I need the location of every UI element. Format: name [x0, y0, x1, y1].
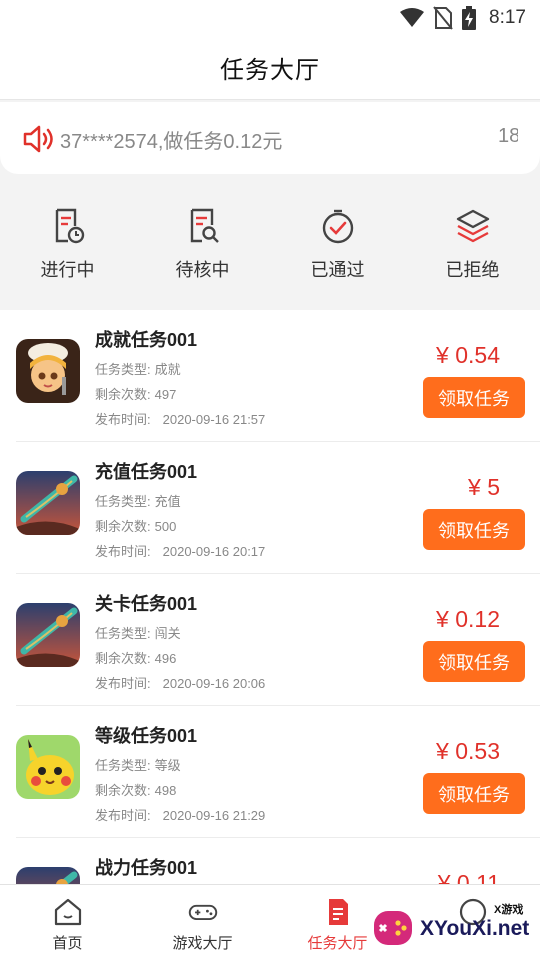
- task-status-tabs: 进行中 待核中 已通过 已拒绝: [0, 196, 540, 308]
- task-remaining-value: 500: [154, 519, 177, 534]
- task-time-label: 发布时间:: [95, 808, 151, 823]
- notice-marquee: 37****2574,做任务0.12元 18: [0, 102, 540, 174]
- watermark-big-text: XYouXi.net: [420, 917, 530, 940]
- task-time-label: 发布时间:: [95, 676, 151, 691]
- tab-pending-review[interactable]: 待核中: [135, 196, 270, 308]
- status-bar: 8:17: [0, 0, 540, 36]
- task-price: ¥ 0.11: [437, 870, 500, 884]
- task-list-icon: [328, 899, 348, 925]
- task-title: 充值任务001: [95, 462, 198, 482]
- nav-home-label: 首页: [52, 935, 83, 952]
- notice-text-next: 18: [498, 125, 518, 147]
- task-title: 战力任务001: [95, 858, 198, 878]
- task-remaining: 剩余次数: 500: [95, 516, 176, 535]
- task-remaining-label: 剩余次数:: [95, 783, 151, 798]
- task-price: ¥ 0.53: [436, 738, 500, 764]
- sword-game-icon: [16, 471, 80, 535]
- tab-approved-label: 已通过: [310, 260, 365, 280]
- page-title: 任务大厅: [220, 57, 320, 84]
- task-type-value: 等级: [154, 758, 181, 773]
- task-publish-time: 发布时间: 2020-09-16 21:29: [95, 805, 265, 824]
- task-price: ¥ 0.54: [436, 342, 500, 368]
- pikachu-game-icon: [16, 735, 80, 799]
- nav-game-hall-label: 游戏大厅: [172, 935, 233, 952]
- task-type-label: 任务类型:: [95, 362, 151, 377]
- task-remaining-label: 剩余次数:: [95, 651, 151, 666]
- claim-task-button[interactable]: 领取任务: [423, 773, 525, 814]
- sword-game-icon: [16, 867, 80, 884]
- task-type-value: 成就: [154, 362, 181, 377]
- tab-rejected[interactable]: 已拒绝: [405, 196, 540, 308]
- nav-home[interactable]: 首页: [0, 885, 135, 960]
- task-type-label: 任务类型:: [95, 626, 151, 641]
- task-row[interactable]: 战力任务001 ¥ 0.11: [16, 838, 540, 884]
- task-list: 成就任务001 任务类型: 成就 剩余次数: 497 发布时间: 2020-09-16…: [0, 310, 540, 884]
- nav-task-hall-label: 任务大厅: [307, 935, 368, 952]
- chef-girl-game-icon: [16, 339, 80, 403]
- task-type-value: 闯关: [154, 626, 181, 641]
- gamepad-icon: [188, 904, 217, 921]
- watermark-small-text: X游戏: [494, 904, 524, 916]
- nav-game-hall[interactable]: 游戏大厅: [135, 885, 270, 960]
- claim-task-button[interactable]: 领取任务: [423, 509, 525, 550]
- sword-game-icon: [16, 603, 80, 667]
- battery-charging-icon: [462, 6, 477, 30]
- watermark: X游戏 XYouXi.net: [370, 895, 535, 955]
- task-type-value: 充值: [154, 494, 181, 509]
- task-row[interactable]: 成就任务001 任务类型: 成就 剩余次数: 497 发布时间: 2020-09-16…: [16, 310, 540, 442]
- task-time-value: 2020-09-16 21:57: [162, 412, 266, 427]
- task-publish-time: 发布时间: 2020-09-16 20:06: [95, 673, 265, 692]
- task-time-label: 发布时间:: [95, 544, 151, 559]
- tab-pending-review-label: 待核中: [175, 260, 230, 280]
- tab-rejected-label: 已拒绝: [445, 260, 500, 280]
- task-remaining: 剩余次数: 497: [95, 384, 176, 403]
- status-time: 8:17: [489, 7, 526, 28]
- watermark-logo-icon: [374, 911, 412, 945]
- task-time-value: 2020-09-16 21:29: [162, 808, 266, 823]
- task-type: 任务类型: 充值: [95, 491, 181, 510]
- task-remaining-value: 496: [154, 651, 177, 666]
- speaker-icon: [23, 125, 53, 153]
- claim-task-button[interactable]: 领取任务: [423, 641, 525, 682]
- layers-icon: [456, 209, 489, 243]
- title-bar: 任务大厅: [0, 36, 540, 100]
- task-title: 等级任务001: [95, 726, 198, 746]
- task-time-label: 发布时间:: [95, 412, 151, 427]
- task-price: ¥ 0.12: [436, 606, 500, 632]
- tab-approved[interactable]: 已通过: [270, 196, 405, 308]
- task-publish-time: 发布时间: 2020-09-16 21:57: [95, 409, 265, 428]
- notice-text-current: 37****2574,做任务0.12元: [60, 131, 283, 153]
- task-row[interactable]: 充值任务001 任务类型: 充值 剩余次数: 500 发布时间: 2020-09-16…: [16, 442, 540, 574]
- task-remaining-value: 498: [154, 783, 177, 798]
- home-icon: [54, 898, 81, 926]
- task-type-label: 任务类型:: [95, 494, 151, 509]
- task-time-value: 2020-09-16 20:17: [162, 544, 266, 559]
- task-publish-time: 发布时间: 2020-09-16 20:17: [95, 541, 265, 560]
- task-remaining: 剩余次数: 496: [95, 648, 176, 667]
- tab-in-progress-label: 进行中: [40, 260, 95, 280]
- check-circle-icon: [322, 209, 353, 244]
- task-remaining-label: 剩余次数:: [95, 519, 151, 534]
- task-row[interactable]: 等级任务001 任务类型: 等级 剩余次数: 498 发布时间: 2020-09-16…: [16, 706, 540, 838]
- task-remaining: 剩余次数: 498: [95, 780, 176, 799]
- task-type: 任务类型: 成就: [95, 359, 181, 378]
- document-search-icon: [190, 208, 219, 243]
- tab-in-progress[interactable]: 进行中: [0, 196, 135, 308]
- wifi-icon: [400, 8, 425, 27]
- task-time-value: 2020-09-16 20:06: [162, 676, 266, 691]
- status-icons: 8:17: [399, 6, 526, 30]
- task-type: 任务类型: 闯关: [95, 623, 181, 642]
- document-clock-icon: [55, 208, 84, 244]
- task-type-label: 任务类型:: [95, 758, 151, 773]
- task-title: 关卡任务001: [95, 594, 198, 614]
- task-remaining-label: 剩余次数:: [95, 387, 151, 402]
- claim-task-button[interactable]: 领取任务: [423, 377, 525, 418]
- task-remaining-value: 497: [154, 387, 177, 402]
- task-row[interactable]: 关卡任务001 任务类型: 闯关 剩余次数: 496 发布时间: 2020-09-16…: [16, 574, 540, 706]
- notice-track: 37****2574,做任务0.12元 18: [60, 102, 518, 174]
- task-price: ¥ 5: [468, 474, 500, 500]
- task-type: 任务类型: 等级: [95, 755, 181, 774]
- task-title: 成就任务001: [95, 330, 198, 350]
- no-sim-icon: [433, 6, 453, 30]
